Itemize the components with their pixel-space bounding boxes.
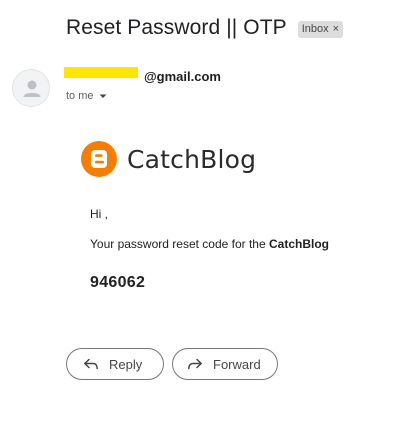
greeting-text: Hi , [90,207,108,221]
brand-logo: CatchBlog [80,140,256,178]
reply-button[interactable]: Reply [66,348,164,380]
sender-avatar[interactable] [12,69,50,107]
reset-code-message-prefix: Your password reset code for the [90,237,269,251]
email-subject: Reset Password || OTP [66,16,287,39]
reset-code-message: Your password reset code for the CatchBl… [90,237,329,251]
sender-row: @gmail.com [64,67,221,84]
blogger-logo-icon [81,141,117,177]
forward-button[interactable]: Forward [172,348,278,380]
reset-code-message-brand: CatchBlog [269,237,329,251]
email-view: Reset Password || OTP Inbox × @gmail.com… [0,0,418,429]
caret-down-icon [99,94,107,98]
person-icon [23,80,41,97]
otp-code: 946062 [90,274,146,291]
subject-row: Reset Password || OTP Inbox × [66,16,344,40]
forward-arrow-icon [188,358,202,370]
recipient-text: to me [66,90,94,102]
reply-label: Reply [109,356,143,372]
inbox-label-chip[interactable]: Inbox × [297,20,344,38]
reply-arrow-icon [84,358,98,370]
brand-name: CatchBlog [127,144,257,174]
sender-email[interactable]: @gmail.com [144,69,221,84]
recipient-details-toggle[interactable]: to me [66,90,108,102]
remove-label-icon[interactable]: × [333,23,339,36]
forward-label: Forward [213,356,261,372]
redacted-sender-name [64,67,138,78]
inbox-label-text: Inbox [301,22,329,35]
